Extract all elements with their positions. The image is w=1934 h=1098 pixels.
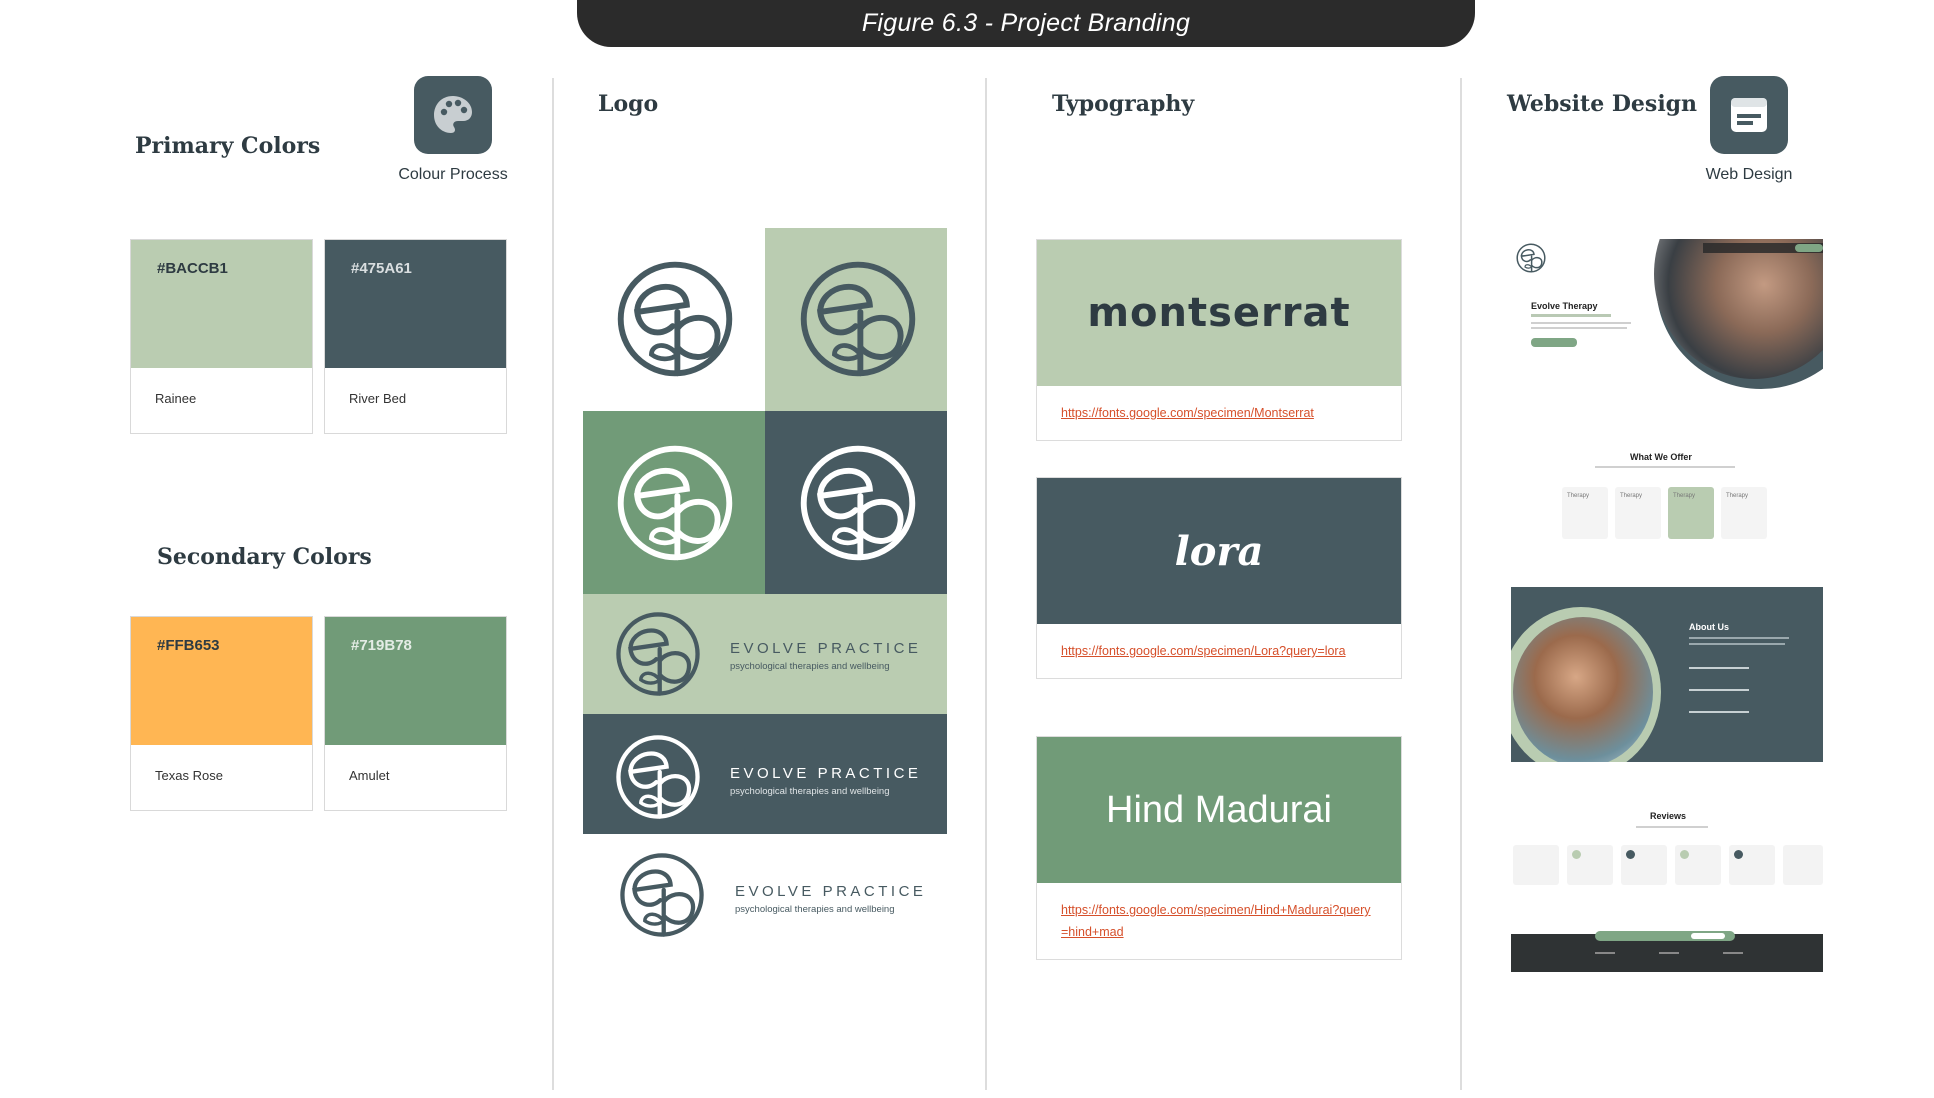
mock-review-card xyxy=(1783,845,1823,885)
ep-logo-mark xyxy=(616,444,734,562)
browser-window-icon xyxy=(1731,98,1767,132)
web-design-label: Web Design xyxy=(1705,166,1793,183)
brand-tagline: psychological therapies and wellbeing xyxy=(735,904,895,915)
primary-colors-title: Primary Colors xyxy=(135,133,321,159)
font-sample: montserrat xyxy=(1087,290,1351,336)
font-sample: Hind Madurai xyxy=(1106,788,1332,831)
mock-review-card xyxy=(1621,845,1667,885)
website-mock-hero: Evolve Therapy xyxy=(1511,239,1823,404)
mock-service-card: Therapy xyxy=(1668,487,1714,539)
divider xyxy=(985,78,987,1090)
mock-review-card xyxy=(1513,845,1559,885)
color-name: Amulet xyxy=(349,768,390,783)
mock-review-card xyxy=(1567,845,1613,885)
ep-logo-mark xyxy=(616,260,734,378)
ep-logo-mark xyxy=(615,611,701,697)
hex-label: #FFB653 xyxy=(157,637,220,654)
logo-variant xyxy=(765,228,947,411)
divider xyxy=(1460,78,1462,1090)
mock-reviews-title: Reviews xyxy=(1650,811,1687,821)
website-design-title: Website Design xyxy=(1507,91,1698,117)
ep-logo-mark xyxy=(619,852,705,938)
font-sample: lora xyxy=(1174,527,1264,575)
typography-title: Typography xyxy=(1052,91,1195,117)
mock-service-card: Therapy xyxy=(1615,487,1661,539)
brand-name: EVOLVE PRACTICE xyxy=(730,640,922,657)
web-design-tile xyxy=(1710,76,1788,154)
color-name: River Bed xyxy=(349,391,407,406)
brand-tagline: psychological therapies and wellbeing xyxy=(730,786,890,797)
color-name: Texas Rose xyxy=(155,768,223,783)
logo-variant xyxy=(765,411,947,594)
font-card: montserrat https://fonts.google.com/spec… xyxy=(1036,239,1402,441)
brand-tagline: psychological therapies and wellbeing xyxy=(730,661,890,672)
font-card: lora https://fonts.google.com/specimen/L… xyxy=(1036,477,1402,679)
color-swatch: #719B78 Amulet xyxy=(324,616,507,811)
logo-lockup: EVOLVE PRACTICE psychological therapies … xyxy=(583,594,947,714)
website-mock-footer xyxy=(1511,931,1823,972)
ep-logo-mark xyxy=(615,734,701,820)
ep-logo-mark xyxy=(799,260,917,378)
hex-label: #719B78 xyxy=(351,637,412,654)
brand-name: EVOLVE PRACTICE xyxy=(735,883,927,900)
mock-about-title: About Us xyxy=(1689,622,1729,632)
color-swatch: #FFB653 Texas Rose xyxy=(130,616,313,811)
font-link[interactable]: https://fonts.google.com/specimen/Lora?q… xyxy=(1037,624,1401,678)
ep-logo-mark xyxy=(1516,243,1546,273)
logo-variant xyxy=(583,411,765,594)
logo-lockup: EVOLVE PRACTICE psychological therapies … xyxy=(583,834,947,954)
font-link[interactable]: https://fonts.google.com/specimen/Montse… xyxy=(1037,386,1401,440)
hex-label: #BACCB1 xyxy=(157,260,228,277)
secondary-colors-title: Secondary Colors xyxy=(157,544,372,570)
font-card: Hind Madurai https://fonts.google.com/sp… xyxy=(1036,736,1402,960)
color-swatch: #475A61 River Bed xyxy=(324,239,507,434)
ep-logo-mark xyxy=(799,444,917,562)
divider xyxy=(552,78,554,1090)
brand-name: EVOLVE PRACTICE xyxy=(730,765,922,782)
logo-title: Logo xyxy=(598,91,659,117)
logo-lockup: EVOLVE PRACTICE psychological therapies … xyxy=(583,714,947,834)
palette-icon xyxy=(434,96,472,133)
mock-review-card xyxy=(1729,845,1775,885)
mock-review-card xyxy=(1675,845,1721,885)
website-mock-about: About Us xyxy=(1511,587,1823,762)
mock-service-card: Therapy xyxy=(1562,487,1608,539)
mock-offer-title: What We Offer xyxy=(1630,452,1692,462)
mock-service-card: Therapy xyxy=(1721,487,1767,539)
figure-title: Figure 6.3 - Project Branding xyxy=(577,0,1475,47)
font-link[interactable]: https://fonts.google.com/specimen/Hind+M… xyxy=(1037,883,1401,959)
hex-label: #475A61 xyxy=(351,260,412,277)
logo-variant xyxy=(583,228,765,411)
color-swatch: #BACCB1 Rainee xyxy=(130,239,313,434)
color-name: Rainee xyxy=(155,391,197,406)
mock-hero-title: Evolve Therapy xyxy=(1531,301,1598,311)
colour-process-label: Colour Process xyxy=(398,166,508,183)
colour-process-tile xyxy=(414,76,492,154)
